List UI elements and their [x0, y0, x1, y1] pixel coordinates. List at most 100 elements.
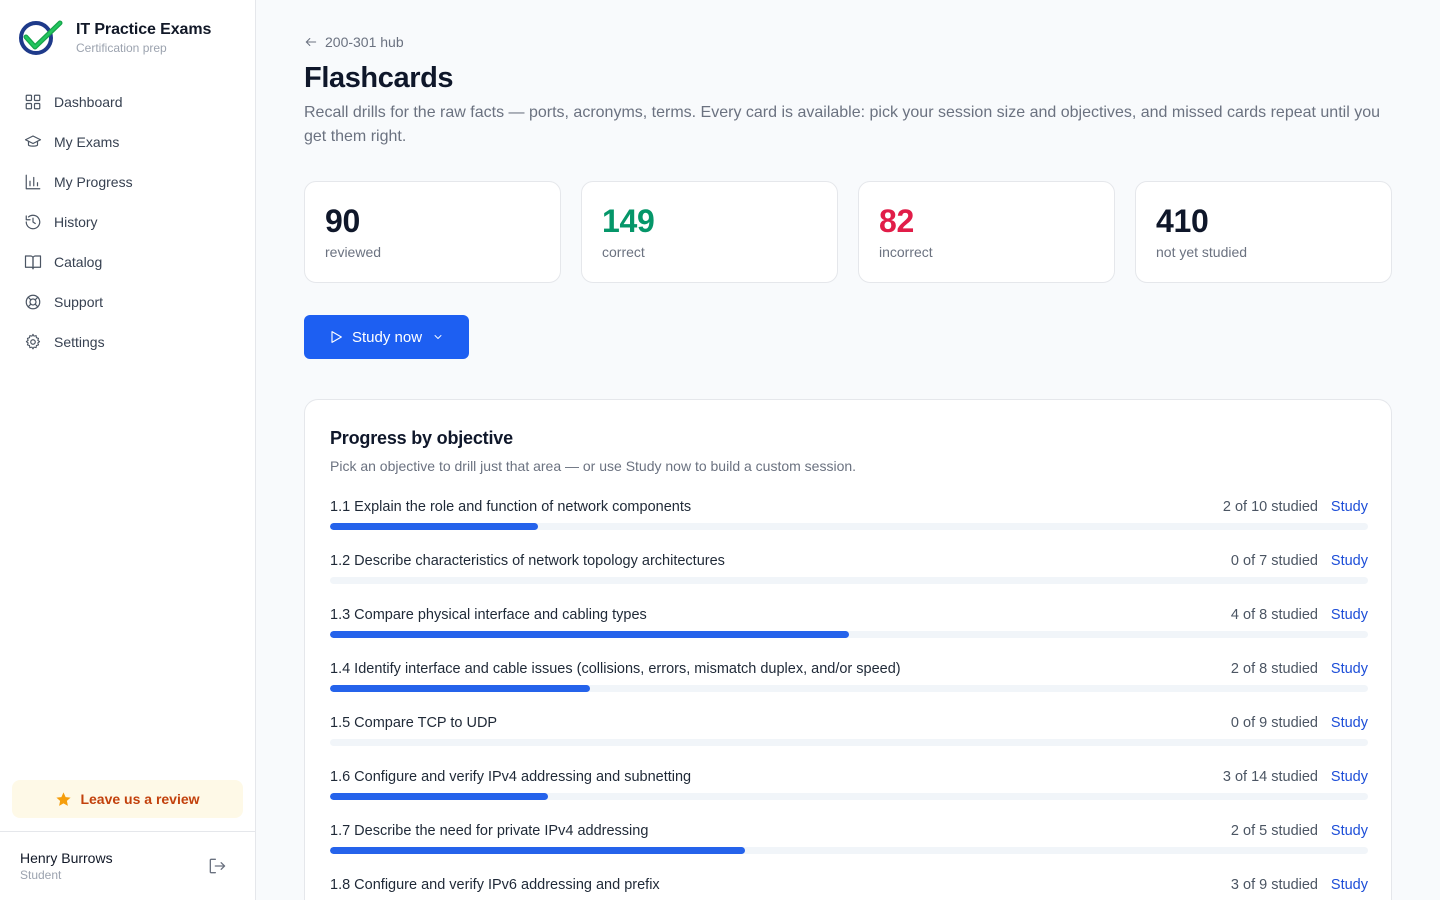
stat-card-incorrect: 82 incorrect	[858, 181, 1115, 283]
logout-button[interactable]	[207, 856, 227, 876]
objective-progress-track	[330, 793, 1368, 800]
objective-row: 1.2 Describe characteristics of network …	[330, 551, 1368, 605]
objective-list: 1.1 Explain the role and function of net…	[330, 497, 1368, 900]
objective-progress-panel: Progress by objective Pick an objective …	[304, 399, 1392, 900]
objective-progress-track	[330, 577, 1368, 584]
stat-card-reviewed: 90 reviewed	[304, 181, 561, 283]
stat-value: 149	[602, 203, 655, 239]
sidebar-item-dashboard[interactable]: Dashboard	[12, 82, 244, 122]
sidebar-item-label: Settings	[54, 334, 105, 350]
panel-title: Progress by objective	[330, 428, 513, 448]
user-role: Student	[20, 868, 62, 882]
page-description: Recall drills for the raw facts — ports,…	[304, 104, 1380, 145]
objective-progress-fill	[330, 631, 849, 638]
objective-progress-track	[330, 739, 1368, 746]
objective-progress-track	[330, 523, 1368, 530]
brand-subtitle: Certification prep	[76, 41, 167, 55]
bar-chart-icon	[25, 174, 41, 190]
sidebar-item-label: Support	[54, 294, 104, 310]
objective-label: 1.7 Describe the need for private IPv4 a…	[330, 823, 649, 839]
sidebar-item-catalog[interactable]: Catalog	[12, 242, 244, 282]
leave-review-button[interactable]: Leave us a review	[12, 780, 243, 818]
study-now-label: Study now	[352, 328, 423, 346]
chevron-down-icon	[434, 335, 442, 339]
objective-row: 1.6 Configure and verify IPv4 addressing…	[330, 767, 1368, 821]
objective-label: 1.6 Configure and verify IPv4 addressing…	[330, 769, 692, 785]
sidebar-item-support[interactable]: Support	[12, 282, 244, 322]
objective-row: 1.1 Explain the role and function of net…	[330, 497, 1368, 551]
logout-icon	[209, 858, 226, 874]
objective-progress-track	[330, 847, 1368, 854]
brand-title: IT Practice Exams	[76, 21, 212, 38]
objective-row: 1.5 Compare TCP to UDP 0 of 9 studied Stud…	[330, 713, 1368, 767]
sidebar-item-label: Catalog	[54, 254, 103, 270]
objective-label: 1.5 Compare TCP to UDP	[330, 715, 498, 731]
objective-study-link[interactable]: Study	[1331, 821, 1368, 841]
panel-subtitle: Pick an objective to drill just that are…	[330, 458, 857, 474]
objective-progress-fill	[330, 685, 590, 692]
brand[interactable]: IT Practice Exams Certification prep	[18, 20, 211, 56]
objective-count: 3 of 9 studied	[1230, 877, 1318, 893]
objective-study-link[interactable]: Study	[1331, 875, 1368, 895]
page-title: Flashcards	[304, 62, 454, 94]
objective-label: 1.1 Explain the role and function of net…	[330, 499, 692, 515]
objective-progress-fill	[330, 847, 746, 854]
objective-count: 4 of 8 studied	[1230, 607, 1318, 623]
objective-study-link[interactable]: Study	[1331, 659, 1368, 679]
sidebar-item-history[interactable]: History	[12, 202, 244, 242]
objective-row: 1.8 Configure and verify IPv6 addressing…	[330, 875, 1368, 900]
stat-value: 90	[325, 203, 360, 239]
objective-count: 0 of 7 studied	[1230, 553, 1318, 569]
gear-icon	[25, 333, 41, 350]
history-icon	[25, 214, 41, 230]
objective-count: 2 of 5 studied	[1230, 823, 1318, 839]
sidebar-item-my-exams[interactable]: My Exams	[12, 122, 244, 162]
user-profile: Henry Burrows Student	[20, 849, 113, 883]
objective-count: 0 of 9 studied	[1230, 715, 1318, 731]
objective-study-link[interactable]: Study	[1331, 497, 1368, 517]
sidebar: IT Practice Exams Certification prep Das…	[0, 0, 256, 900]
objective-study-link[interactable]: Study	[1331, 551, 1368, 571]
sidebar-item-label: Dashboard	[54, 94, 123, 110]
arrow-left-icon	[305, 37, 317, 47]
objective-row: 1.7 Describe the need for private IPv4 a…	[330, 821, 1368, 875]
leave-review-label: Leave us a review	[80, 791, 200, 807]
play-icon	[331, 331, 342, 343]
objective-row: 1.4 Identify interface and cable issues …	[330, 659, 1368, 713]
book-open-icon	[24, 255, 42, 270]
objective-progress-track	[330, 631, 1368, 638]
stat-label: not yet studied	[1156, 244, 1248, 260]
objective-study-link[interactable]: Study	[1331, 767, 1368, 787]
sidebar-item-label: My Progress	[54, 174, 133, 190]
objective-row: 1.3 Compare physical interface and cabli…	[330, 605, 1368, 659]
objective-count: 2 of 8 studied	[1230, 661, 1318, 677]
stat-card-not-studied: 410 not yet studied	[1135, 181, 1392, 283]
life-buoy-icon	[25, 294, 41, 310]
grid-icon	[25, 94, 41, 110]
stat-label: incorrect	[879, 244, 933, 260]
objective-study-link[interactable]: Study	[1331, 713, 1368, 733]
sidebar-nav: Dashboard My Exams My Progress History C…	[12, 82, 244, 362]
stat-value: 82	[879, 203, 914, 239]
stat-card-correct: 149 correct	[581, 181, 838, 283]
sidebar-item-my-progress[interactable]: My Progress	[12, 162, 244, 202]
study-now-button[interactable]: Study now	[304, 315, 469, 359]
objective-label: 1.2 Describe characteristics of network …	[330, 553, 725, 569]
user-name: Henry Burrows	[20, 850, 113, 866]
sidebar-item-label: My Exams	[54, 134, 120, 150]
objective-study-link[interactable]: Study	[1331, 605, 1368, 625]
back-link[interactable]: 200-301 hub	[304, 34, 404, 50]
objective-count: 3 of 14 studied	[1222, 769, 1318, 785]
objective-progress-fill	[330, 523, 538, 530]
objective-progress-fill	[330, 793, 548, 800]
objective-label: 1.3 Compare physical interface and cabli…	[330, 607, 647, 623]
back-link-label: 200-301 hub	[325, 34, 404, 50]
graduation-cap-icon	[24, 135, 42, 147]
divider	[0, 831, 256, 832]
star-icon	[56, 791, 72, 806]
sidebar-item-settings[interactable]: Settings	[12, 322, 244, 362]
objective-count: 2 of 10 studied	[1222, 499, 1318, 515]
stat-label: reviewed	[325, 244, 382, 260]
objective-label: 1.4 Identify interface and cable issues …	[330, 661, 901, 677]
stat-label: correct	[602, 244, 645, 260]
